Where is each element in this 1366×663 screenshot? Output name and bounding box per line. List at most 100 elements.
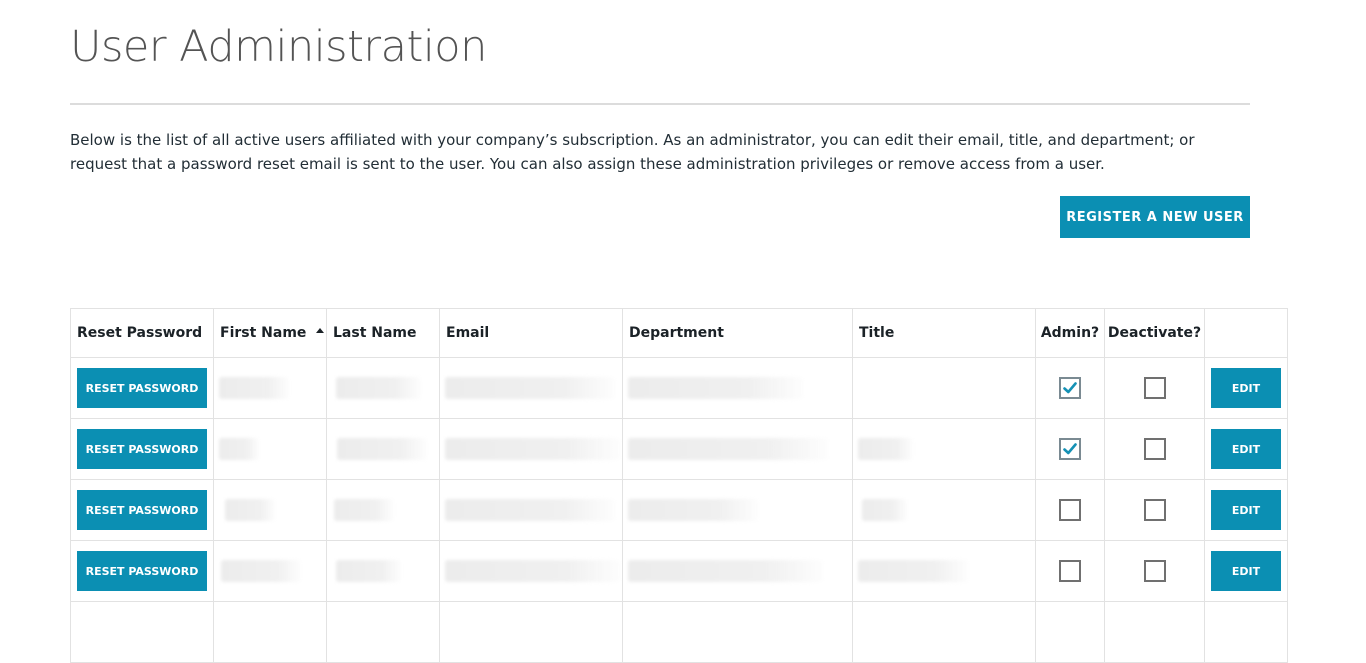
cell-last bbox=[326, 418, 440, 480]
cell-department bbox=[622, 357, 853, 419]
header-admin: Admin? bbox=[1035, 308, 1105, 358]
cell-first bbox=[213, 357, 327, 419]
cell-deactivate bbox=[1104, 479, 1205, 541]
header-deactivate: Deactivate? bbox=[1104, 308, 1205, 358]
cell-email bbox=[439, 479, 623, 541]
edit-button[interactable]: EDIT bbox=[1211, 368, 1281, 408]
redacted-first bbox=[219, 438, 259, 460]
edit-button[interactable]: EDIT bbox=[1211, 551, 1281, 591]
reset-password-button[interactable]: RESET PASSWORD bbox=[77, 368, 207, 408]
redacted-department bbox=[628, 499, 758, 521]
cell-title bbox=[852, 357, 1036, 419]
table-row-partial bbox=[70, 601, 1288, 663]
redacted-first bbox=[219, 377, 289, 399]
cell-admin bbox=[1035, 479, 1105, 541]
intro-text: Below is the list of all active users af… bbox=[70, 131, 1195, 173]
table-body: RESET PASSWORD EDIT RESET PASSWORD EDIT RESE… bbox=[70, 357, 1288, 602]
cell-empty bbox=[326, 601, 440, 663]
table-header-row: Reset Password First Name Last Name Emai… bbox=[70, 308, 1288, 358]
cell-first bbox=[213, 540, 327, 602]
cell-department bbox=[622, 479, 853, 541]
cell-email bbox=[439, 540, 623, 602]
cell-title bbox=[852, 418, 1036, 480]
cell-edit: EDIT bbox=[1204, 418, 1288, 480]
cell-last bbox=[326, 357, 440, 419]
cell-email bbox=[439, 418, 623, 480]
cell-reset-password: RESET PASSWORD bbox=[70, 540, 214, 602]
admin-checkbox[interactable] bbox=[1059, 377, 1081, 399]
table-row: RESET PASSWORD EDIT bbox=[70, 540, 1288, 602]
redacted-first bbox=[221, 560, 301, 582]
header-first-name-label: First Name bbox=[220, 325, 307, 341]
cell-empty bbox=[439, 601, 623, 663]
cell-empty bbox=[70, 601, 214, 663]
header-email[interactable]: Email bbox=[439, 308, 623, 358]
redacted-email bbox=[445, 499, 615, 521]
reset-password-button[interactable]: RESET PASSWORD bbox=[77, 429, 207, 469]
header-edit bbox=[1204, 308, 1288, 358]
deactivate-checkbox[interactable] bbox=[1143, 499, 1166, 521]
cell-deactivate bbox=[1104, 540, 1205, 602]
redacted-department bbox=[628, 560, 823, 582]
header-first-name[interactable]: First Name bbox=[213, 308, 327, 358]
table-row: RESET PASSWORD EDIT bbox=[70, 357, 1288, 419]
table-row: RESET PASSWORD EDIT bbox=[70, 479, 1288, 541]
cell-empty bbox=[852, 601, 1036, 663]
cell-empty bbox=[622, 601, 853, 663]
cell-title bbox=[852, 540, 1036, 602]
edit-button[interactable]: EDIT bbox=[1211, 490, 1281, 530]
redacted-email bbox=[445, 560, 620, 582]
header-title[interactable]: Title bbox=[852, 308, 1036, 358]
redacted-email bbox=[445, 377, 615, 399]
cell-admin bbox=[1035, 540, 1105, 602]
cell-edit: EDIT bbox=[1204, 357, 1288, 419]
cell-empty bbox=[1104, 601, 1205, 663]
cell-department bbox=[622, 418, 853, 480]
edit-button[interactable]: EDIT bbox=[1211, 429, 1281, 469]
cell-last bbox=[326, 479, 440, 541]
cell-reset-password: RESET PASSWORD bbox=[70, 479, 214, 541]
header-last-name[interactable]: Last Name bbox=[326, 308, 440, 358]
admin-checkbox[interactable] bbox=[1059, 438, 1081, 460]
deactivate-checkbox[interactable] bbox=[1143, 438, 1166, 460]
cell-title bbox=[852, 479, 1036, 541]
header-reset-password: Reset Password bbox=[70, 308, 214, 358]
redacted-first bbox=[225, 499, 275, 521]
admin-checkbox[interactable] bbox=[1059, 560, 1081, 582]
page-title: User Administration bbox=[70, 22, 487, 72]
cell-admin bbox=[1035, 418, 1105, 480]
users-table: Reset Password First Name Last Name Emai… bbox=[70, 308, 1288, 663]
redacted-last bbox=[336, 560, 401, 582]
redacted-last bbox=[336, 377, 421, 399]
admin-checkbox[interactable] bbox=[1059, 499, 1081, 521]
register-new-user-button[interactable]: REGISTER A NEW USER bbox=[1060, 196, 1250, 238]
redacted-title bbox=[858, 560, 968, 582]
header-department[interactable]: Department bbox=[622, 308, 853, 358]
redacted-title bbox=[862, 499, 907, 521]
cell-empty bbox=[213, 601, 327, 663]
redacted-email bbox=[445, 438, 620, 460]
deactivate-checkbox[interactable] bbox=[1143, 560, 1166, 582]
cell-reset-password: RESET PASSWORD bbox=[70, 418, 214, 480]
cell-empty bbox=[1035, 601, 1105, 663]
redacted-last bbox=[337, 438, 427, 460]
sort-ascending-icon[interactable] bbox=[316, 328, 325, 333]
cell-email bbox=[439, 357, 623, 419]
redacted-title bbox=[858, 438, 913, 460]
table-row: RESET PASSWORD EDIT bbox=[70, 418, 1288, 480]
cell-first bbox=[213, 418, 327, 480]
cell-department bbox=[622, 540, 853, 602]
cell-reset-password: RESET PASSWORD bbox=[70, 357, 214, 419]
reset-password-button[interactable]: RESET PASSWORD bbox=[77, 551, 207, 591]
cell-last bbox=[326, 540, 440, 602]
redacted-department bbox=[628, 438, 828, 460]
cell-edit: EDIT bbox=[1204, 540, 1288, 602]
cell-deactivate bbox=[1104, 418, 1205, 480]
cell-empty bbox=[1204, 601, 1288, 663]
deactivate-checkbox[interactable] bbox=[1143, 377, 1166, 399]
reset-password-button[interactable]: RESET PASSWORD bbox=[77, 490, 207, 530]
title-divider bbox=[70, 103, 1250, 105]
cell-deactivate bbox=[1104, 357, 1205, 419]
redacted-department bbox=[628, 377, 803, 399]
cell-first bbox=[213, 479, 327, 541]
